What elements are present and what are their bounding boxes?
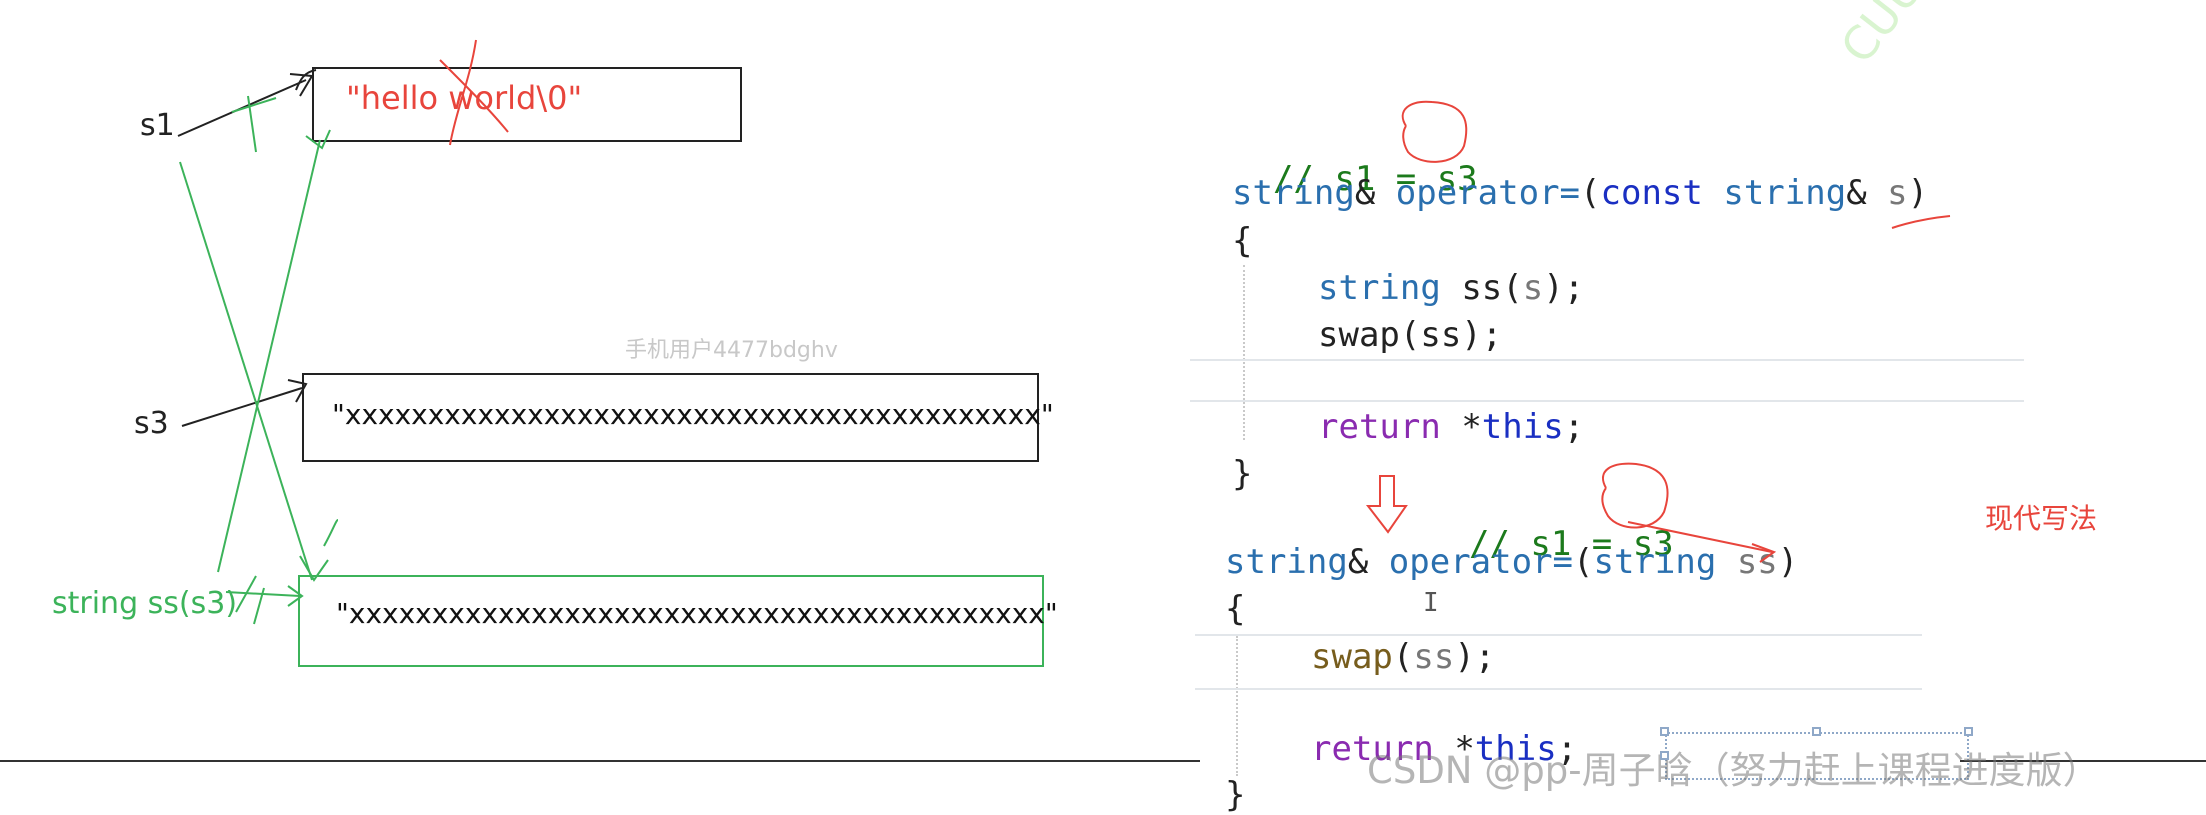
s1-pointer-arrow (177, 73, 314, 137)
red-underline-s (1891, 215, 1951, 229)
s3-pointer-arrow (181, 379, 308, 427)
green-cross-arrows (179, 129, 331, 582)
annotation-overlay (177, 39, 1973, 760)
selection-handles (1660, 727, 1973, 760)
down-arrow-icon (1365, 475, 1408, 534)
red-circle-s3-1 (1401, 100, 1468, 163)
red-arrow-to-ss (1627, 521, 1777, 563)
red-circle-s3-2 (1601, 462, 1669, 529)
red-crossout (439, 39, 509, 146)
